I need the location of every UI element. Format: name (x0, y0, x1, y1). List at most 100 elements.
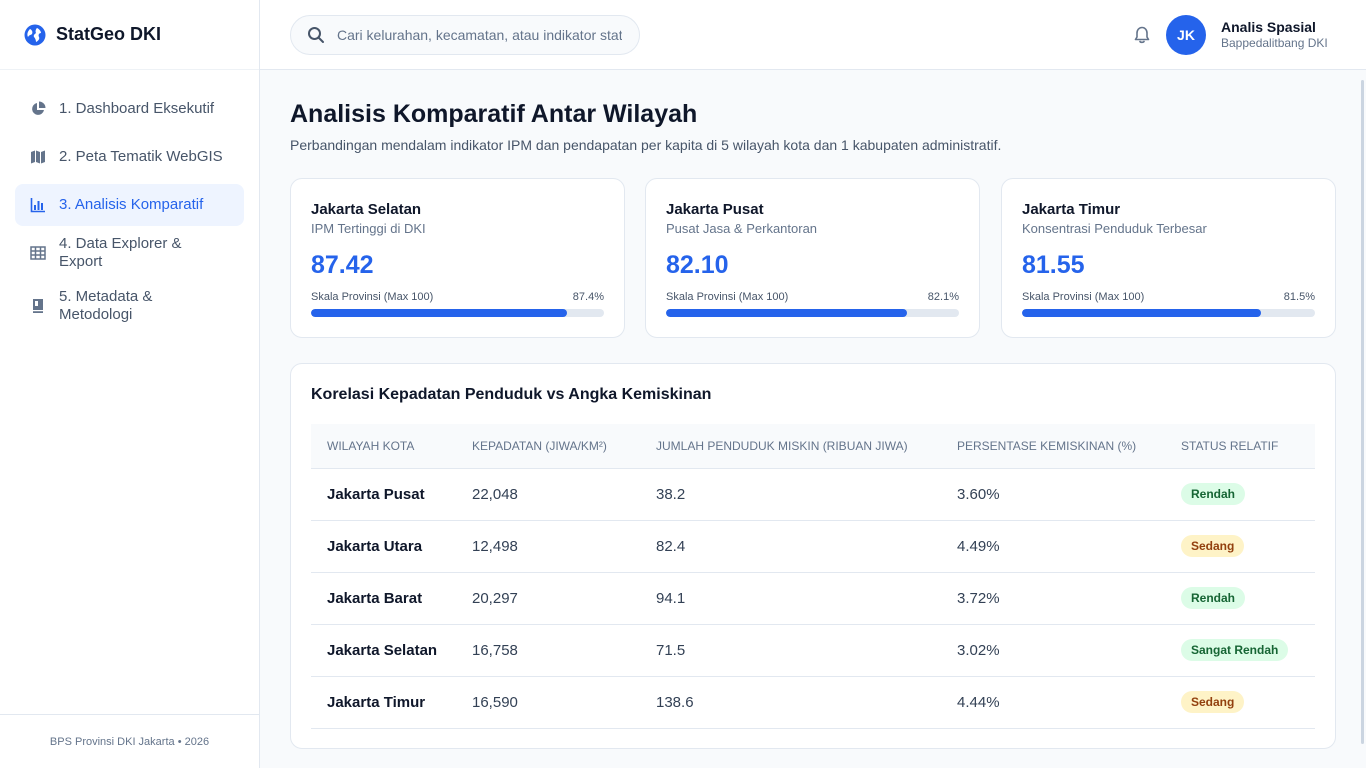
cell-poor: 138.6 (640, 676, 941, 729)
user-org: Bappedalitbang DKI (1221, 36, 1328, 50)
cell-status: Sedang (1165, 520, 1315, 573)
table-row[interactable]: Jakarta Selatan 16,758 71.5 3.02% Sangat… (311, 624, 1315, 677)
page-scrollbar[interactable] (1361, 80, 1364, 744)
cell-poor: 82.4 (640, 520, 941, 573)
page-subtitle: Perbandingan mendalam indikator IPM dan … (290, 137, 1002, 153)
progress-track (311, 309, 604, 317)
map-icon (30, 149, 46, 165)
cell-region: Jakarta Utara (311, 520, 456, 573)
search-box[interactable] (290, 15, 640, 55)
cell-status: Sangat Rendah (1165, 624, 1315, 677)
main-content: Analisis Komparatif Antar Wilayah Perban… (260, 70, 1366, 768)
table-row[interactable]: Jakarta Utara 12,498 82.4 4.49% Sedang (311, 520, 1315, 573)
table-row[interactable]: Jakarta Pusat 22,048 38.2 3.60% Rendah (311, 468, 1315, 521)
cell-region: Jakarta Selatan (311, 624, 456, 677)
column-header[interactable]: STATUS RELATIF (1165, 424, 1315, 469)
cell-region: Jakarta Pusat (311, 468, 456, 521)
sidebar-item-analisis[interactable]: 3. Analisis Komparatif (15, 184, 244, 226)
card-ipm-value: 87.42 (311, 251, 374, 279)
cell-percent: 4.44% (941, 676, 1165, 729)
top-header: JK Analis Spasial Bappedalitbang DKI (260, 0, 1366, 70)
cell-density: 12,498 (456, 520, 640, 573)
card-region: Jakarta Pusat (666, 201, 764, 218)
status-badge: Rendah (1181, 587, 1246, 609)
region-card: Jakarta Timur Konsentrasi Penduduk Terbe… (1001, 178, 1336, 338)
status-badge: Sedang (1181, 535, 1245, 557)
app-name: StatGeo DKI (56, 24, 162, 44)
progress-fill (311, 309, 568, 317)
card-scale-label: Skala Provinsi (Max 100) (1022, 291, 1145, 303)
sidebar: StatGeo DKI 1. Dashboard Eksekutif 2. Pe… (0, 0, 260, 768)
region-card: Jakarta Selatan IPM Tertinggi di DKI 87.… (290, 178, 625, 338)
column-header[interactable]: WILAYAH KOTA (311, 424, 456, 469)
cell-percent: 3.60% (941, 468, 1165, 521)
search-icon (307, 26, 325, 44)
cell-density: 20,297 (456, 572, 640, 625)
correlation-table: WILAYAH KOTA KEPADATAN (JIWA/KM²) JUMLAH… (311, 424, 1315, 729)
sidebar-item-label: 5. Metadata & Metodologi (59, 288, 153, 323)
avatar[interactable]: JK (1166, 15, 1206, 55)
cell-density: 22,048 (456, 468, 640, 521)
card-description: Pusat Jasa & Perkantoran (666, 221, 818, 236)
cell-density: 16,590 (456, 676, 640, 729)
card-ipm-value: 81.55 (1022, 251, 1085, 279)
column-header[interactable]: PERSENTASE KEMISKINAN (%) (941, 424, 1165, 469)
cell-status: Rendah (1165, 572, 1315, 625)
user-name: Analis Spasial (1221, 19, 1316, 35)
card-ipm-value: 82.10 (666, 251, 729, 279)
cell-region: Jakarta Timur (311, 676, 456, 729)
brand[interactable]: StatGeo DKI (0, 0, 259, 70)
table-header-row: WILAYAH KOTA KEPADATAN (JIWA/KM²) JUMLAH… (311, 424, 1315, 469)
status-badge: Sedang (1181, 691, 1245, 713)
cell-poor: 71.5 (640, 624, 941, 677)
sidebar-item-webgis[interactable]: 2. Peta Tematik WebGIS (15, 136, 244, 178)
card-description: IPM Tertinggi di DKI (311, 221, 426, 236)
table-title: Korelasi Kepadatan Penduduk vs Angka Kem… (311, 386, 712, 403)
table-row[interactable]: Jakarta Timur 16,590 138.6 4.44% Sedang (311, 676, 1315, 729)
column-header[interactable]: KEPADATAN (JIWA/KM²) (456, 424, 640, 469)
bar-chart-icon (30, 197, 46, 213)
column-header[interactable]: JUMLAH PENDUDUK MISKIN (RIBUAN JIWA) (640, 424, 941, 469)
cell-region: Jakarta Barat (311, 572, 456, 625)
cell-percent: 3.02% (941, 624, 1165, 677)
card-percent-label: 87.4% (572, 291, 604, 303)
sidebar-item-metadata[interactable]: 5. Metadata & Metodologi (15, 280, 244, 332)
card-percent-label: 81.5% (1283, 291, 1315, 303)
globe-icon (24, 24, 46, 46)
sidebar-nav: 1. Dashboard Eksekutif 2. Peta Tematik W… (0, 70, 259, 332)
sidebar-item-label: 3. Analisis Komparatif (59, 196, 204, 213)
table-row[interactable]: Jakarta Barat 20,297 94.1 3.72% Rendah (311, 572, 1315, 625)
cell-poor: 94.1 (640, 572, 941, 625)
card-scale-label: Skala Provinsi (Max 100) (666, 291, 789, 303)
card-percent-label: 82.1% (927, 291, 959, 303)
sidebar-item-label: 2. Peta Tematik WebGIS (59, 148, 223, 165)
sidebar-item-label: 4. Data Explorer & Export (59, 235, 182, 270)
search-input[interactable] (337, 27, 622, 43)
status-badge: Sangat Rendah (1181, 639, 1289, 661)
cell-status: Rendah (1165, 468, 1315, 521)
card-region: Jakarta Timur (1022, 201, 1121, 218)
progress-fill (666, 309, 907, 317)
region-card: Jakarta Pusat Pusat Jasa & Perkantoran 8… (645, 178, 980, 338)
correlation-table-card: Korelasi Kepadatan Penduduk vs Angka Kem… (290, 363, 1336, 749)
cell-density: 16,758 (456, 624, 640, 677)
table-icon (30, 245, 46, 261)
card-scale-label: Skala Provinsi (Max 100) (311, 291, 434, 303)
cell-percent: 3.72% (941, 572, 1165, 625)
page-title: Analisis Komparatif Antar Wilayah (290, 100, 698, 128)
user-info[interactable]: Analis Spasial Bappedalitbang DKI (1221, 19, 1328, 50)
card-region: Jakarta Selatan (311, 201, 422, 218)
book-icon (30, 298, 46, 314)
cell-percent: 4.49% (941, 520, 1165, 573)
cell-status: Sedang (1165, 676, 1315, 729)
sidebar-item-dashboard[interactable]: 1. Dashboard Eksekutif (15, 88, 244, 130)
progress-track (1022, 309, 1315, 317)
sidebar-item-label: 1. Dashboard Eksekutif (59, 100, 215, 117)
pie-chart-icon (30, 101, 46, 117)
progress-track (666, 309, 959, 317)
card-description: Konsentrasi Penduduk Terbesar (1022, 221, 1207, 236)
cell-poor: 38.2 (640, 468, 941, 521)
progress-fill (1022, 309, 1261, 317)
bell-icon[interactable] (1132, 25, 1152, 45)
sidebar-item-explorer[interactable]: 4. Data Explorer & Export (15, 232, 244, 274)
